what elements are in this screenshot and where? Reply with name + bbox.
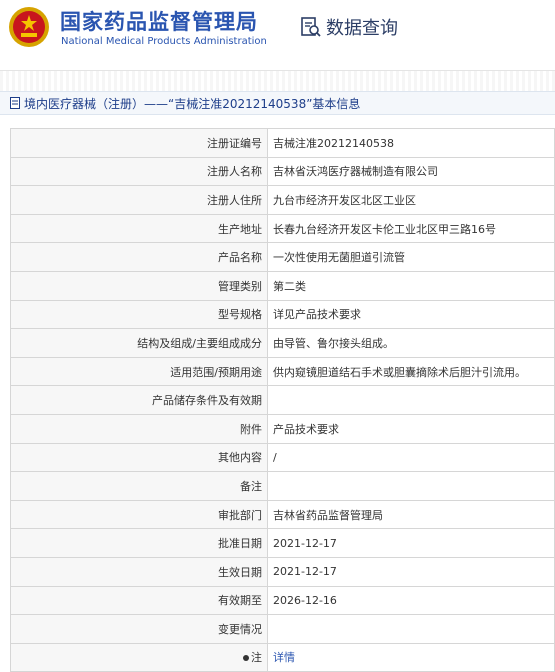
document-icon <box>10 97 20 109</box>
field-label: 注册证编号 <box>10 128 268 158</box>
note-value-cell: 详情 <box>267 642 555 672</box>
field-value: 第二类 <box>267 270 555 301</box>
table-row: 变更情况 <box>10 614 555 644</box>
table-row: 生效日期 2021-12-17 <box>10 556 555 587</box>
table-row: 结构及组成/主要组成成分 由导管、鲁尔接头组成。 <box>10 328 555 358</box>
table-row: 产品名称 一次性使用无菌胆道引流管 <box>10 242 555 272</box>
table-row: 注册证编号 吉械注准20212140538 <box>10 128 555 158</box>
field-label: 生效日期 <box>10 556 268 587</box>
details-link[interactable]: 详情 <box>273 651 295 664</box>
field-value: 吉林省药品监督管理局 <box>267 499 555 530</box>
field-label: 备注 <box>10 471 268 501</box>
field-value: 吉械注准20212140538 <box>267 128 555 158</box>
field-value <box>267 614 555 644</box>
field-label: 生产地址 <box>10 213 268 244</box>
field-value <box>267 385 555 415</box>
field-label: 审批部门 <box>10 499 268 530</box>
field-label: 变更情况 <box>10 614 268 644</box>
field-value: 长春九台经济开发区卡伦工业北区甲三路16号 <box>267 213 555 244</box>
bullet-icon <box>243 655 249 662</box>
field-label: 注册人住所 <box>10 185 268 215</box>
field-value: 2021-12-17 <box>267 528 555 558</box>
decorative-band <box>0 70 555 91</box>
data-query-link[interactable]: 数据查询 <box>300 14 398 40</box>
table-row: 生产地址 长春九台经济开发区卡伦工业北区甲三路16号 <box>10 213 555 244</box>
field-value: / <box>267 442 555 473</box>
field-value: 一次性使用无菌胆道引流管 <box>267 242 555 272</box>
field-value: 九台市经济开发区北区工业区 <box>267 185 555 215</box>
field-label: 注册人名称 <box>10 156 268 187</box>
table-row: 型号规格 详见产品技术要求 <box>10 299 555 330</box>
field-value: 供内窥镜胆道结石手术或胆囊摘除术后胆汁引流用。 <box>267 356 555 387</box>
field-label: 产品名称 <box>10 242 268 272</box>
document-search-icon <box>301 17 321 37</box>
breadcrumb-text: 境内医疗器械（注册）——“吉械注准20212140538”基本信息 <box>24 96 361 111</box>
field-label: 其他内容 <box>10 442 268 473</box>
field-value: 2026-12-16 <box>267 585 555 616</box>
field-value: 产品技术要求 <box>267 413 555 444</box>
table-row: 其他内容 / <box>10 442 555 473</box>
site-header: 国家药品监督管理局 National Medical Products Admi… <box>0 0 555 64</box>
site-title: 国家药品监督管理局 <box>60 10 258 34</box>
field-value <box>267 471 555 501</box>
field-value: 详见产品技术要求 <box>267 299 555 330</box>
note-label: 注 <box>251 651 262 665</box>
table-row: 有效期至 2026-12-16 <box>10 585 555 616</box>
breadcrumb: 境内医疗器械（注册）——“吉械注准20212140538”基本信息 <box>0 91 555 115</box>
table-row: 批准日期 2021-12-17 <box>10 528 555 558</box>
table-row: 附件 产品技术要求 <box>10 413 555 444</box>
national-emblem-icon <box>9 7 49 47</box>
table-row: 注册人住所 九台市经济开发区北区工业区 <box>10 185 555 215</box>
table-row: 备注 <box>10 471 555 501</box>
table-row: 产品储存条件及有效期 <box>10 385 555 415</box>
site-subtitle: National Medical Products Administration <box>61 36 267 47</box>
field-label: 适用范围/预期用途 <box>10 356 268 387</box>
field-value: 由导管、鲁尔接头组成。 <box>267 328 555 358</box>
data-query-label: 数据查询 <box>326 18 398 39</box>
field-label: 型号规格 <box>10 299 268 330</box>
field-label: 产品储存条件及有效期 <box>10 385 268 415</box>
table-row: 适用范围/预期用途 供内窥镜胆道结石手术或胆囊摘除术后胆汁引流用。 <box>10 356 555 387</box>
field-label: 有效期至 <box>10 585 268 616</box>
registration-info-table: 注册证编号 吉械注准20212140538 注册人名称 吉林省沃鸿医疗器械制造有限公司… <box>10 128 555 672</box>
note-label-cell: 注 <box>10 642 268 672</box>
field-value: 2021-12-17 <box>267 556 555 587</box>
field-label: 批准日期 <box>10 528 268 558</box>
field-label: 管理类别 <box>10 270 268 301</box>
table-row: 注册人名称 吉林省沃鸿医疗器械制造有限公司 <box>10 156 555 187</box>
table-row: 注详情 <box>10 642 555 672</box>
field-label: 结构及组成/主要组成成分 <box>10 328 268 358</box>
table-row: 管理类别 第二类 <box>10 270 555 301</box>
table-row: 审批部门 吉林省药品监督管理局 <box>10 499 555 530</box>
field-value: 吉林省沃鸿医疗器械制造有限公司 <box>267 156 555 187</box>
field-label: 附件 <box>10 413 268 444</box>
